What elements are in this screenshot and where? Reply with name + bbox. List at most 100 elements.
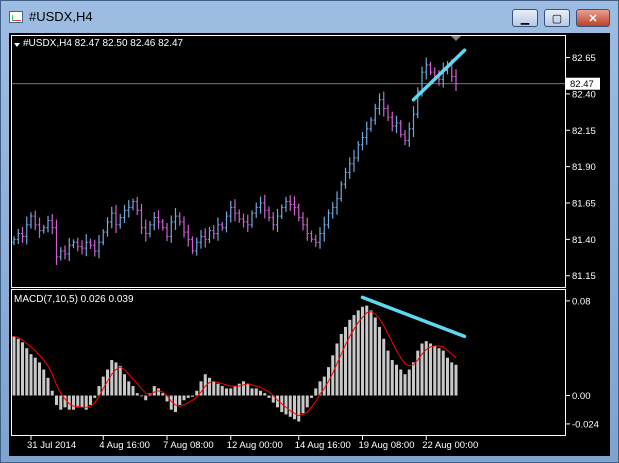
macd-histogram-bar [131, 386, 135, 396]
macd-histogram-bar [89, 395, 92, 405]
chart-area[interactable]: #USDX,H4 82.47 82.50 82.46 82.47 MACD(7,… [9, 33, 610, 456]
macd-histogram-bar [403, 374, 407, 396]
macd-histogram-bar [288, 395, 292, 417]
macd-histogram-bar [233, 386, 237, 396]
macd-histogram-bar [305, 395, 309, 408]
macd-histogram-bar [365, 305, 369, 396]
macd-histogram-bar [80, 395, 84, 408]
macd-histogram-bar [373, 317, 377, 396]
macd-histogram-bar [254, 388, 258, 396]
macd-histogram-bar [429, 343, 432, 396]
macd-tick-label: 0.08 [572, 296, 591, 307]
price-tick-label: 81.15 [572, 271, 596, 282]
price-pane-header: #USDX,H4 82.47 82.50 82.46 82.47 [23, 38, 184, 49]
macd-histogram-bar [33, 357, 37, 396]
macd-histogram-bar [161, 393, 165, 396]
macd-histogram-bar [25, 348, 29, 396]
macd-histogram-bar [416, 350, 420, 396]
macd-histogram-bar [38, 362, 41, 396]
price-bars [12, 57, 458, 265]
macd-histogram-bar [301, 395, 305, 414]
macd-pane-header: MACD(7,10,5) 0.026 0.039 [14, 294, 134, 305]
macd-histogram-bar [59, 395, 63, 410]
macd-histogram-bar [195, 390, 199, 396]
time-tick-label: 7 Aug 08:00 [163, 440, 214, 451]
macd-tick-label: -0.024 [572, 419, 599, 430]
macd-histogram-bar [229, 388, 233, 396]
macd-histogram-bar [390, 360, 394, 396]
minimize-button[interactable]: ▁ [512, 9, 538, 27]
price-axis: 82.65 82.40 82.15 81.90 81.65 81.40 81.15 82.47 [12, 53, 600, 282]
macd-histogram-bar [135, 393, 139, 396]
macd-histogram-bar [110, 360, 114, 396]
macd-histogram-bar [450, 362, 454, 396]
time-tick-label: 19 Aug 08:00 [359, 440, 415, 451]
macd-histogram-bar [225, 388, 228, 396]
macd-histogram-bar [242, 381, 245, 396]
macd-signal-line [13, 311, 457, 417]
macd-histogram-bar [259, 390, 262, 396]
macd-histogram-bar [21, 342, 24, 396]
macd-histogram-bar [212, 381, 216, 396]
macd-histogram-bar [412, 362, 415, 396]
macd-histogram-bar [144, 395, 148, 401]
macd-histogram-bar [369, 310, 373, 396]
macd-histogram-bar [433, 345, 437, 396]
macd-histogram-bar [382, 338, 386, 396]
price-tick-label: 82.65 [572, 53, 596, 64]
macd-pane-frame [11, 289, 566, 436]
macd-histogram-bar [293, 395, 296, 420]
current-price-label: 82.47 [570, 79, 594, 90]
macd-histogram-bar [314, 388, 318, 396]
macd-histogram-bar [250, 388, 254, 396]
macd-histogram-bar [182, 395, 186, 401]
macd-histogram-bar [386, 350, 390, 396]
macd-histogram-bar [123, 374, 126, 396]
macd-histogram-bar [441, 350, 445, 396]
macd-histogram-bar [361, 306, 364, 396]
macd-histogram-bar [267, 395, 271, 398]
close-button[interactable]: ✕ [576, 9, 610, 27]
macd-histogram-bar [29, 354, 33, 396]
macd-histogram-bar [446, 357, 449, 396]
macd-histogram-bar [263, 393, 267, 396]
macd-histogram-bar [152, 386, 156, 396]
macd-histogram-bar [348, 319, 352, 396]
macd-histogram-bar [114, 362, 118, 396]
macd-histogram-bar [220, 386, 224, 396]
time-tick-label: 12 Aug 00:00 [227, 440, 283, 451]
macd-histogram-bar [437, 348, 441, 396]
macd-histogram-bar [339, 334, 343, 396]
chart-window-icon [9, 11, 23, 23]
minimize-icon: ▁ [520, 12, 530, 25]
macd-histogram-bar [284, 395, 288, 415]
macd-histogram-bar [335, 343, 339, 396]
macd-histogram-bar [378, 326, 381, 396]
macd-histogram-bar [93, 395, 97, 398]
maximize-button[interactable]: ▢ [544, 9, 570, 27]
macd-axis: 0.08 0.00 -0.024 [566, 296, 599, 430]
macd-histogram-bar [55, 395, 58, 405]
macd-histogram-bar [297, 395, 301, 422]
chart-window: #USDX,H4 ▁ ▢ ✕ #USDX,H4 82.47 82.50 82.4… [0, 0, 619, 463]
macd-tick-label: 0.00 [572, 391, 591, 402]
macd-histogram-bar [178, 395, 182, 405]
time-axis: 31 Jul 2014 4 Aug 16:00 7 Aug 08:00 12 Aug … [27, 436, 478, 451]
macd-histogram-bar [344, 326, 347, 396]
macd-histogram-bar [46, 377, 50, 396]
maximize-icon: ▢ [551, 12, 563, 25]
macd-histogram-bar [42, 369, 46, 396]
title-bar[interactable]: #USDX,H4 ▁ ▢ ✕ [1, 1, 618, 33]
macd-histogram-bar [395, 364, 398, 396]
close-icon: ✕ [588, 12, 598, 25]
macd-histogram-bar [191, 395, 194, 397]
macd-histogram-bar [454, 364, 458, 396]
macd-histogram-bar [118, 365, 122, 396]
macd-histogram-bar [12, 336, 16, 396]
price-tick-label: 82.40 [572, 89, 596, 100]
macd-histogram-bar [208, 377, 211, 396]
chart-shift-icon[interactable] [451, 36, 461, 41]
dropdown-triangle-icon[interactable] [14, 43, 20, 47]
chart-canvas[interactable]: #USDX,H4 82.47 82.50 82.46 82.47 MACD(7,… [9, 33, 610, 456]
macd-histogram-bar [76, 395, 80, 408]
